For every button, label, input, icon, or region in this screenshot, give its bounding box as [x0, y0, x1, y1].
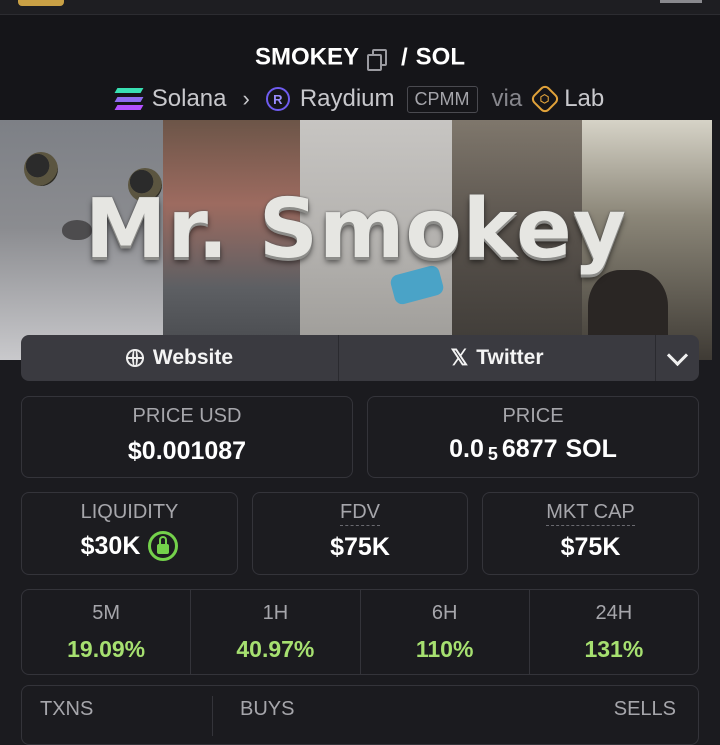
txns-panel: TXNS BUYS SELLS	[21, 685, 699, 745]
menu-icon[interactable]	[660, 0, 702, 3]
price-native-card: PRICE 0.0 5 6877 SOL	[367, 396, 699, 478]
price-usd-card: PRICE USD $0.001087	[21, 396, 353, 478]
mkt-cap-label[interactable]: MKT CAP	[546, 501, 635, 526]
price-native-label: PRICE	[502, 405, 564, 427]
mkt-cap-value: $75K	[560, 533, 621, 561]
raydium-icon: R	[265, 87, 290, 111]
change-label: 6H	[431, 602, 458, 624]
website-button[interactable]: Website	[21, 335, 339, 381]
change-value: 19.09%	[67, 636, 146, 662]
txns-label: TXNS	[40, 698, 94, 720]
via-label: via	[491, 85, 523, 112]
change-tab-1h[interactable]: 1H 40.97%	[191, 590, 361, 674]
liquidity-card: LIQUIDITY $30K	[21, 492, 238, 575]
x-logo-icon: 𝕏	[450, 345, 469, 370]
change-value: 110%	[415, 636, 474, 662]
app-logo-icon[interactable]	[18, 0, 64, 6]
mkt-cap-label-wrap: MKT CAP	[483, 501, 698, 526]
price-unit: SOL	[565, 435, 617, 463]
chevron-right-icon: ›	[242, 86, 250, 111]
cat-eye-left	[24, 152, 58, 186]
price-zero-subscript: 5	[487, 444, 498, 464]
fdv-card: FDV $75K	[252, 492, 468, 575]
change-label: 24H	[595, 602, 633, 624]
chain-breadcrumb: Solana › R Raydium CPMM via ⬡ Lab	[0, 83, 720, 115]
change-label: 1H	[262, 602, 289, 624]
chevron-down-icon	[666, 344, 689, 366]
solana-icon	[114, 88, 144, 110]
fdv-label[interactable]: FDV	[340, 501, 380, 526]
more-links-button[interactable]	[656, 335, 699, 381]
liquidity-label: LIQUIDITY	[80, 501, 179, 523]
change-tab-5m[interactable]: 5M 19.09%	[22, 590, 192, 674]
liquidity-value: $30K	[80, 531, 141, 560]
twitter-button[interactable]: 𝕏 Twitter	[339, 335, 656, 381]
pair-separator: /	[401, 43, 408, 71]
liquidity-value-row: $30K	[22, 531, 237, 561]
change-value: 40.97%	[236, 636, 315, 662]
change-value: 131%	[584, 636, 644, 662]
top-bar	[0, 0, 720, 14]
via-source-link[interactable]: Lab	[564, 85, 604, 113]
copy-icon[interactable]	[367, 48, 387, 71]
fdv-label-wrap: FDV	[253, 501, 467, 526]
divider	[212, 696, 213, 736]
website-label: Website	[152, 346, 234, 369]
social-links-bar: Website 𝕏 Twitter	[21, 335, 699, 381]
change-tab-24h[interactable]: 24H 131%	[530, 590, 698, 674]
price-digits: 6877	[501, 435, 558, 463]
fdv-value: $75K	[330, 533, 390, 561]
twitter-label: Twitter	[476, 346, 544, 369]
globe-icon	[125, 349, 144, 367]
price-prefix: 0.0	[449, 435, 484, 463]
price-usd-label: PRICE USD	[132, 405, 242, 427]
price-native-value: 0.0 5 6877 SOL	[368, 435, 698, 464]
pair-header: SMOKEY / SOL Solana › R Raydium CPMM via ⬡…	[0, 15, 720, 120]
price-change-tabs: 5M 19.09% 1H 40.97% 6H 110% 24H 131%	[21, 589, 699, 675]
token-symbol: SMOKEY	[254, 43, 359, 71]
lock-icon[interactable]	[148, 531, 179, 561]
banner-title: Mr. Smokey	[84, 182, 628, 277]
pair-title: SMOKEY / SOL	[0, 43, 720, 72]
mkt-cap-card: MKT CAP $75K	[482, 492, 699, 575]
change-tab-6h[interactable]: 6H 110%	[361, 590, 530, 674]
quote-symbol: SOL	[415, 43, 466, 71]
dex-link[interactable]: Raydium	[300, 85, 395, 113]
change-label: 5M	[92, 602, 121, 624]
token-banner-image: Mr. Smokey	[0, 120, 712, 360]
lab-icon: ⬡	[529, 83, 561, 115]
buys-label: BUYS	[240, 698, 295, 720]
chain-link[interactable]: Solana	[152, 85, 227, 113]
sells-label: SELLS	[613, 698, 676, 720]
price-usd-value: $0.001087	[127, 437, 247, 465]
pool-type-badge: CPMM	[406, 85, 478, 113]
